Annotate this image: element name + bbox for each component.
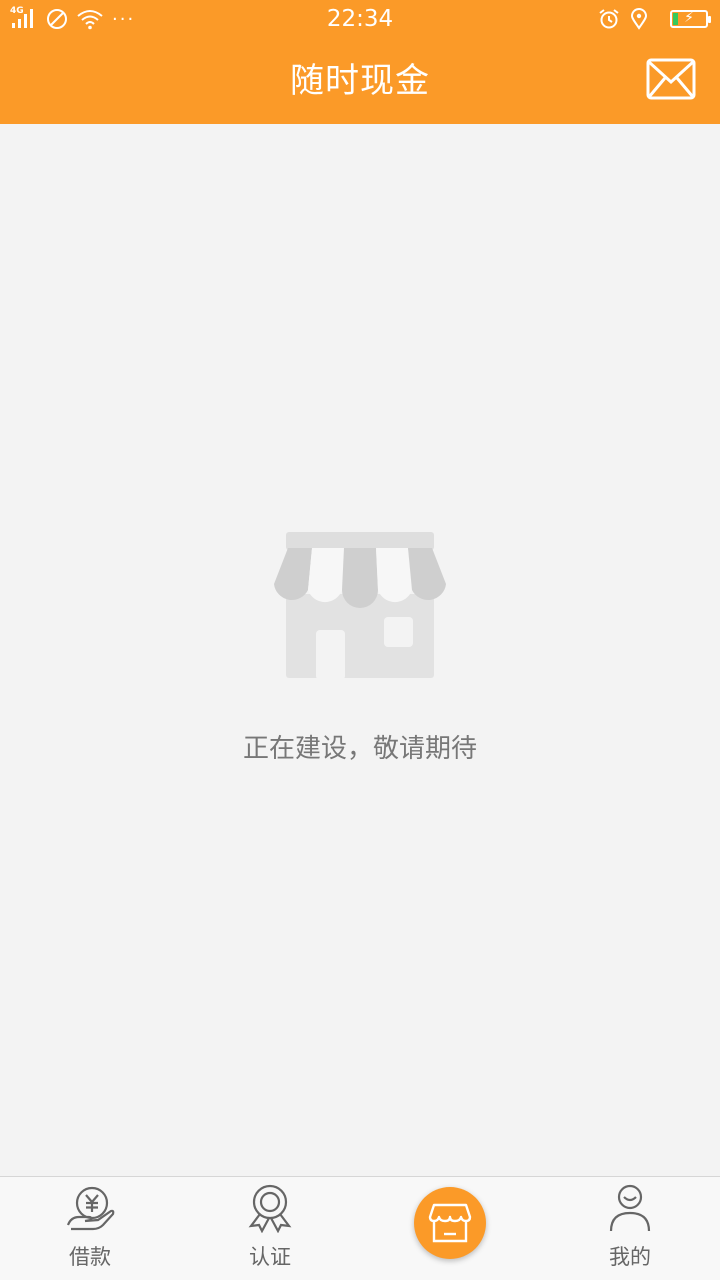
location-icon <box>630 8 648 30</box>
tab-store[interactable] <box>360 1177 540 1280</box>
battery-icon: ⚡ <box>670 10 711 28</box>
tab-mine[interactable]: 我的 <box>540 1177 720 1280</box>
tab-label: 认证 <box>249 1245 291 1269</box>
messages-button[interactable] <box>646 58 696 100</box>
app-header: 随时现金 <box>0 38 720 124</box>
badge-ribbon-icon <box>248 1184 292 1233</box>
page-title: 随时现金 <box>290 61 430 101</box>
envelope-icon <box>646 58 696 100</box>
store-tab-button[interactable] <box>414 1187 486 1259</box>
tab-verify[interactable]: 认证 <box>180 1177 360 1280</box>
bottom-tab-bar: 借款 认证 我的 <box>0 1176 720 1280</box>
status-right: ⚡ <box>598 6 711 32</box>
alarm-icon <box>599 9 619 29</box>
main-content: 正在建设，敬请期待 <box>0 124 720 1176</box>
empty-state-message: 正在建设，敬请期待 <box>242 734 477 764</box>
yen-hand-icon <box>66 1186 115 1231</box>
person-icon <box>609 1184 651 1232</box>
status-bar: 4G ··· 22:34 ⚡ <box>0 0 720 38</box>
storefront-icon <box>274 532 446 680</box>
tab-label: 借款 <box>69 1245 111 1269</box>
storefront-icon <box>428 1203 472 1243</box>
tab-loan[interactable]: 借款 <box>0 1177 180 1280</box>
tab-label: 我的 <box>609 1245 651 1269</box>
